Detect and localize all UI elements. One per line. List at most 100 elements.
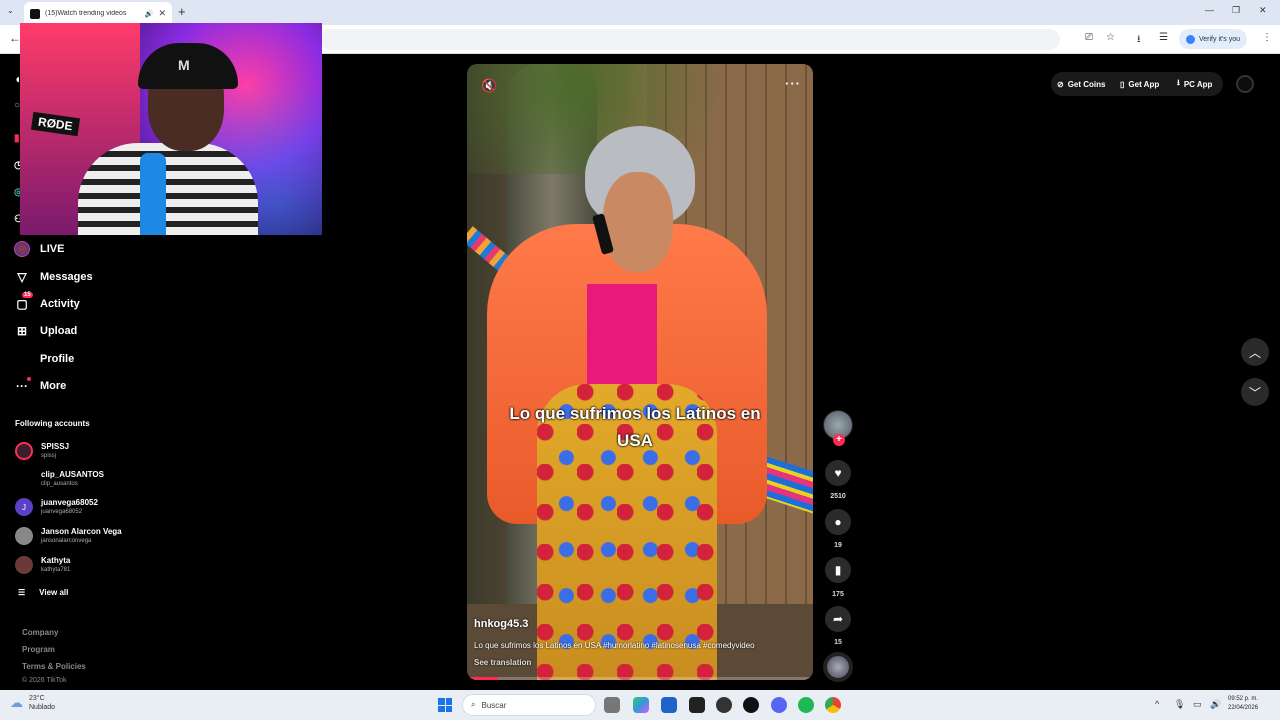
previous-video-button[interactable]: ︿ (1241, 338, 1269, 366)
next-video-button[interactable]: ﹀ (1241, 378, 1269, 406)
search-placeholder: Buscar (481, 700, 507, 710)
system-clock[interactable]: 09:52 p. m. 22/04/2026 (1228, 695, 1258, 713)
app-icon[interactable] (716, 697, 732, 713)
sidebar-item-live[interactable]: LIVE (14, 241, 64, 257)
app-icon[interactable] (743, 697, 759, 713)
like-count: 2510 (830, 493, 846, 500)
get-app-button[interactable]: ▯ Get App (1120, 75, 1159, 93)
footer-link-program[interactable]: Program (22, 645, 55, 654)
cast-icon[interactable]: ⎚ (1085, 32, 1093, 43)
view-all-link[interactable]: ☰ View all (18, 588, 68, 597)
search-icon: ⌕ (471, 700, 476, 709)
following-account[interactable]: Janson Alarcon Vega jansonalarconvega (15, 527, 122, 545)
clock-date: 22/04/2026 (1228, 705, 1259, 711)
sidebar-item-label: Activity (40, 298, 80, 310)
browser-tab-bar: ⌄ (15)Watch trending videos 🔊 ✕ + — ❐ ✕ (0, 0, 1280, 25)
weather-widget[interactable]: ☁ 23°C Nublado (10, 694, 55, 712)
comment-button[interactable]: ● (825, 509, 851, 535)
verify-label: Verify it's you (1199, 35, 1241, 43)
url-field[interactable] (320, 29, 1060, 50)
avatar (15, 527, 33, 545)
share-button[interactable]: ➦ (825, 606, 851, 632)
video-player[interactable]: 🔇 ··· Lo que sufrimos los Latinos en USA… (467, 64, 813, 680)
activity-badge: 15 (22, 292, 33, 298)
bookmark-star-icon[interactable]: ☆ (1106, 32, 1115, 43)
spotify-icon[interactable] (798, 697, 814, 713)
mute-icon[interactable]: 🔇 (481, 78, 497, 94)
download-icon[interactable]: ⭳ (1137, 32, 1141, 49)
verify-button[interactable]: Verify it's you (1179, 29, 1248, 49)
sidebar-item-activity[interactable]: ▢ 15 Activity (14, 292, 80, 312)
cap-logo-icon: M (178, 57, 190, 73)
following-account[interactable]: clip_AUSANTOS clip_ausantos (15, 470, 104, 488)
chevron-down-icon: ﹀ (1248, 385, 1261, 400)
following-account[interactable]: J juanvega68052 juanvega68052 (15, 498, 98, 516)
user-avatar[interactable] (1236, 75, 1254, 93)
music-disc-icon[interactable] (823, 652, 853, 682)
copilot-icon[interactable] (633, 697, 649, 713)
more-icon: ··· (14, 377, 31, 394)
browser-tab[interactable]: (15)Watch trending videos 🔊 ✕ (24, 2, 172, 25)
see-translation-link[interactable]: See translation (474, 658, 531, 667)
avatar: J (15, 498, 33, 516)
tab-search-icon[interactable]: ⌄ (7, 6, 14, 15)
avatar (15, 556, 33, 574)
pc-app-button[interactable]: ⭳ PC App (1177, 75, 1212, 93)
streamer-webcam: M RØDE (20, 23, 322, 235)
footer-link-company[interactable]: Company (22, 628, 58, 637)
new-tab-button[interactable]: + (178, 4, 186, 19)
live-icon (14, 241, 30, 257)
taskbar-search[interactable]: ⌕ Buscar (462, 694, 596, 716)
get-coins-button[interactable]: ⊘ Get Coins (1057, 75, 1105, 93)
store-icon[interactable] (661, 697, 677, 713)
upload-icon: ⊞ (16, 324, 28, 338)
pc-app-label: PC App (1183, 79, 1213, 89)
account-handle: jansonalarconvega (41, 538, 92, 544)
video-username[interactable]: hnkog45.3 (474, 618, 528, 630)
discord-icon[interactable] (771, 697, 787, 713)
account-name: juanvega68052 (41, 498, 98, 507)
footer-link-terms[interactable]: Terms & Policies (22, 662, 86, 671)
more-notification-dot (27, 377, 31, 381)
sidebar-item-label: Messages (40, 271, 93, 283)
minimize-icon[interactable]: — (1205, 5, 1214, 15)
task-view-icon[interactable] (604, 697, 620, 713)
video-progress-bar[interactable] (467, 677, 813, 680)
like-button[interactable]: ♥ (825, 460, 851, 486)
following-account[interactable]: Kathyta kathyta781 (15, 556, 70, 574)
sidebar-item-upload[interactable]: ⊞ Upload (14, 323, 77, 339)
sidebar-item-label: More (40, 380, 67, 392)
tray-chevron-icon[interactable]: ^ (1155, 699, 1159, 709)
terminal-icon[interactable] (689, 697, 705, 713)
close-tab-icon[interactable]: ✕ (158, 8, 166, 19)
restore-icon[interactable]: ❐ (1232, 5, 1240, 16)
display-tray-icon[interactable]: ▭ (1193, 699, 1202, 710)
sidebar-item-profile[interactable]: Profile (14, 351, 74, 367)
more-options-icon[interactable]: ··· (785, 76, 801, 91)
account-handle: clip_ausantos (41, 481, 78, 487)
speaker-icon[interactable]: 🔊 (145, 10, 154, 18)
save-button[interactable]: ▮ (825, 557, 851, 583)
volume-tray-icon[interactable]: 🔊 (1210, 699, 1221, 710)
chrome-icon[interactable] (825, 697, 841, 713)
mic-tray-icon[interactable]: 🎙 (1174, 699, 1185, 710)
tab-groups-icon[interactable]: ☰ (1159, 32, 1168, 43)
chevron-up-icon: ︿ (1248, 345, 1261, 360)
microphone-icon (140, 153, 166, 235)
sidebar-item-label: LIVE (40, 243, 65, 255)
coin-icon: ⊘ (1057, 79, 1064, 89)
tab-title: (15)Watch trending videos (45, 10, 127, 17)
browser-menu-icon[interactable]: ⋮ (1262, 32, 1272, 43)
windows-taskbar: ☁ 23°C Nublado ⌕ Buscar ^ 🎙 ▭ 🔊 09:52 p. … (0, 690, 1280, 720)
download-icon: ⭳ (1177, 78, 1180, 87)
following-account[interactable]: SPISSJ spissj (15, 442, 69, 460)
account-name: Janson Alarcon Vega (41, 527, 122, 536)
sidebar-item-messages[interactable]: ▽ Messages (14, 269, 93, 285)
avatar (15, 442, 33, 460)
sidebar-item-more[interactable]: ··· More (14, 377, 67, 394)
windows-start-icon[interactable] (438, 698, 452, 712)
follow-plus-icon[interactable]: + (833, 434, 845, 446)
foryou-icon[interactable]: ▮ (14, 133, 20, 144)
share-icon: ➦ (832, 612, 844, 626)
close-window-icon[interactable]: ✕ (1259, 5, 1267, 16)
